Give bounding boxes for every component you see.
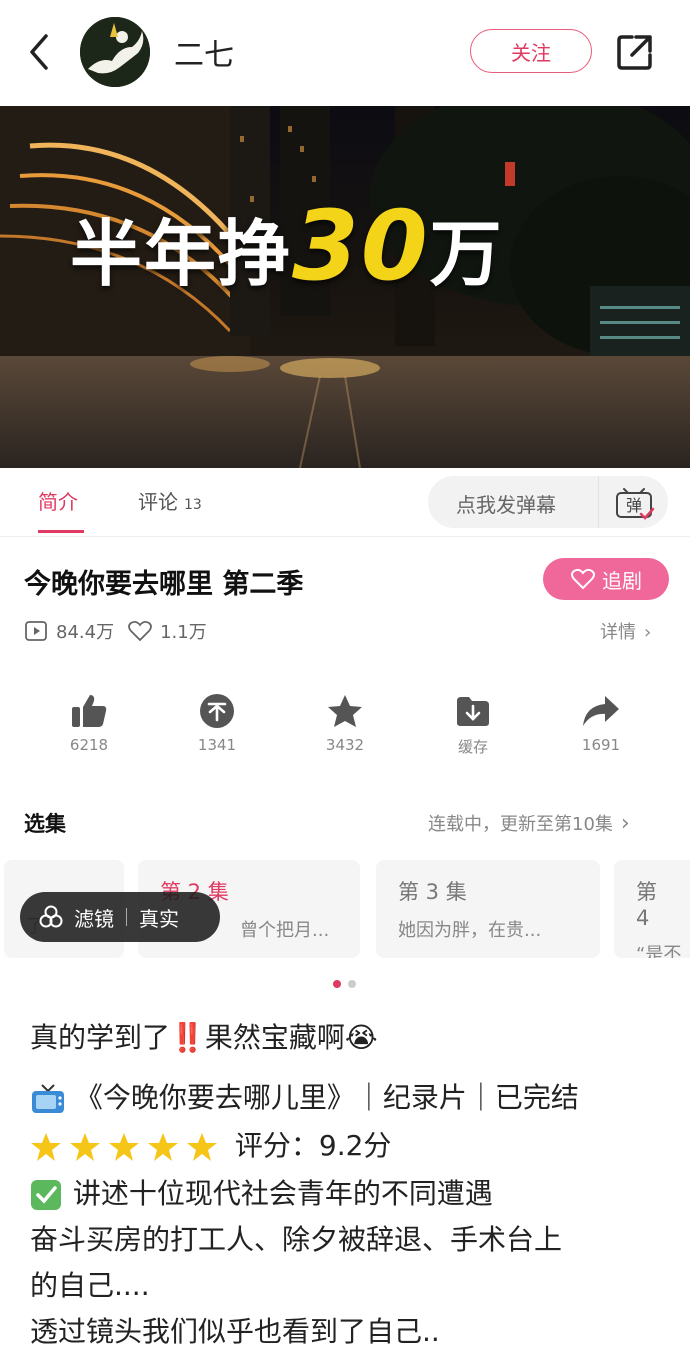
details-label: 详情 [600,622,636,643]
back-arrow-icon[interactable] [22,30,62,74]
page-dot [348,980,356,988]
episode-number: 第 4 [636,880,657,930]
post-line-7: 透过镜头我们似乎也看到了自己.. [30,1315,440,1348]
page-dot-active [333,980,341,988]
video-headline: 半年挣30万 [70,190,504,302]
episode-card[interactable]: 第 4 “是不 [614,860,690,958]
heart-outline-icon [571,568,595,590]
filter-icon [39,905,63,928]
post-line-2: 《今晚你要去哪儿里》｜纪录片｜已完结 [74,1081,579,1114]
episode-number: 第 3 集 [398,880,467,904]
post-line-5: 奋斗买房的打工人、除夕被辞退、手术台上 [30,1223,563,1256]
tab-comments[interactable]: 评论 13 [138,486,202,515]
heart-icon [128,620,152,642]
episode-desc: 她因为胖，在贵... [398,920,542,941]
episodes-status: 连载中，更新至第10集 [428,814,613,835]
thumbs-up-icon [72,695,107,727]
headline-pre: 半年挣 [70,212,293,296]
check-mark-icon [31,1180,61,1210]
share-count: 1691 [581,736,621,754]
show-title: 今晚你要去哪里 第二季 [24,569,304,600]
no-coin-icon [200,694,234,728]
share-arrow-icon [583,696,619,726]
headline-post: 万 [429,212,504,296]
download-icon [457,697,489,726]
avatar[interactable] [80,17,150,87]
post-line-4: 讲述十位现代社会青年的不同遭遇 [72,1177,493,1210]
favorite-count: 3432 [325,736,365,754]
cache-action[interactable]: 缓存 [418,690,528,757]
follow-button[interactable]: 关注 [470,29,592,73]
danmu-icon-text: 弹 [626,496,642,515]
like-count: 6218 [69,736,109,754]
filter-divider [126,908,127,926]
tab-comments-count: 13 [184,497,202,513]
likes-count: 1.1万 [160,622,207,643]
danmu-toggle-icon[interactable]: 弹 [598,476,669,528]
tab-intro[interactable]: 简介 [38,486,78,515]
chevron-right-icon: › [644,622,652,643]
tv-icon [32,1084,64,1113]
coin-action[interactable]: 1341 [162,690,272,754]
post-line-2-row: 《今晚你要去哪儿里》｜纪录片｜已完结 [30,1076,579,1116]
favorite-action[interactable]: 3432 [290,690,400,754]
cache-label: 缓存 [457,738,488,756]
post-line-4-row: 讲述十位现代社会青年的不同遭遇 [30,1172,493,1212]
star-icon [328,695,362,727]
share-icon[interactable] [614,31,656,73]
like-action[interactable]: 6218 [34,690,144,754]
post-line-6: 的自己.... [30,1269,150,1302]
tab-indicator [38,530,84,533]
details-link[interactable]: 详情 › [600,618,651,644]
filter-label: 滤镜 [74,906,114,931]
danmu-placeholder[interactable]: 点我发弹幕 [456,489,556,518]
play-count-icon [25,621,47,641]
tab-comments-label: 评论 [138,490,178,514]
five-stars-icon [31,1133,217,1161]
filter-badge[interactable]: 滤镜 真实 [20,892,220,942]
filter-value: 真实 [139,906,179,931]
headline-number: 30 [292,190,430,302]
follow-show-button[interactable]: 追剧 [543,558,669,600]
views-count: 84.4万 [56,622,115,643]
episode-desc: “是不 [636,944,682,958]
post-line-3-row: 评分：9.2分 [30,1124,391,1164]
episode-card[interactable]: 第 3 集 她因为胖，在贵... [376,860,600,958]
share-action[interactable]: 1691 [546,690,656,754]
username[interactable]: 二七 [174,30,234,74]
coin-count: 1341 [197,736,237,754]
episodes-header: 选集 [24,812,66,836]
post-line-3: 评分：9.2分 [234,1129,392,1162]
post-line-1: 真的学到了‼️果然宝藏啊😭 [30,1021,378,1054]
chevron-right-icon: › [620,811,630,836]
episodes-status-link[interactable]: 连载中，更新至第10集 › [428,810,630,836]
follow-show-label: 追剧 [602,568,642,593]
show-stats: 84.4万 1.1万 [24,618,207,644]
